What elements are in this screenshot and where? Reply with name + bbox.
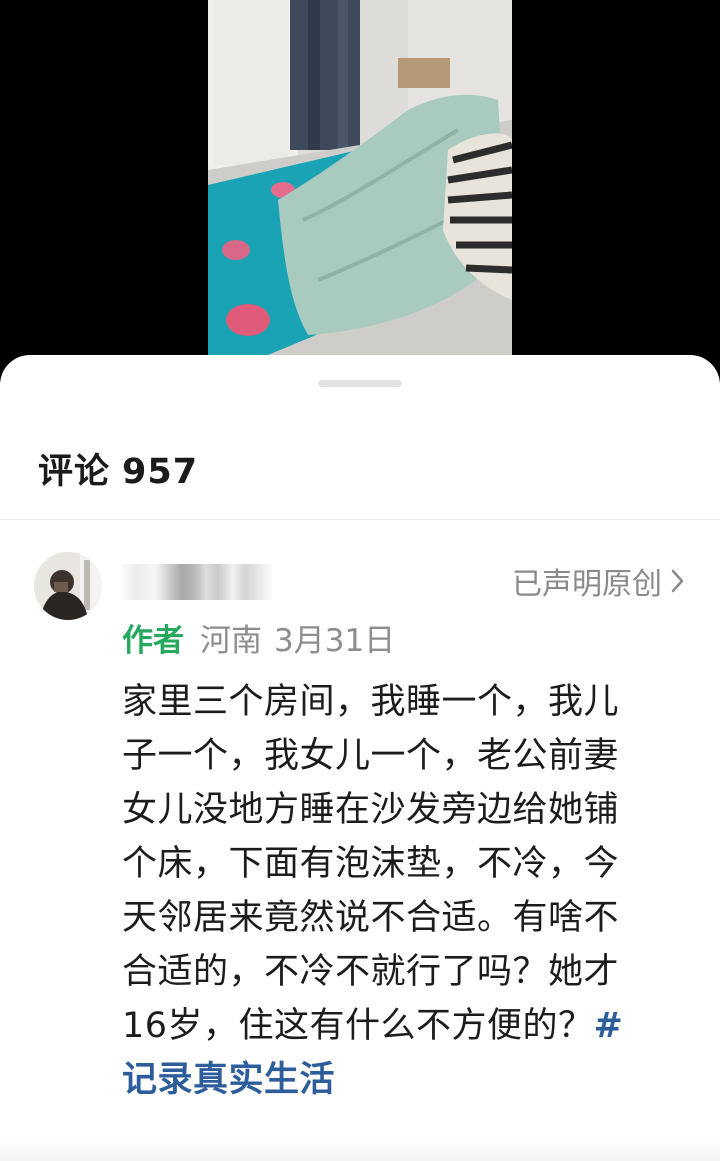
comments-title: 评论 957 bbox=[38, 443, 210, 494]
room-photo bbox=[208, 0, 512, 355]
original-declaration[interactable]: 已声明原创 bbox=[512, 559, 686, 603]
video-area[interactable] bbox=[0, 0, 720, 380]
chevron-right-icon bbox=[671, 569, 684, 593]
comment-location: 河南 bbox=[200, 623, 262, 659]
comment-text[interactable]: 家里三个房间，我睡一个，我儿 子一个，我女儿一个，老公前妻 女儿没地方睡在沙发旁… bbox=[122, 675, 694, 1107]
bottom-fade bbox=[0, 1141, 720, 1161]
author-badge: 作者 bbox=[122, 623, 184, 659]
comment-line: 天邻居来竟然说不合适。有啥不 bbox=[122, 898, 620, 938]
username-redacted[interactable] bbox=[122, 564, 272, 600]
comment-line: 合适的，不冷不就行了吗？她才 bbox=[122, 952, 620, 992]
comment-line: 家里三个房间，我睡一个，我儿 bbox=[122, 682, 620, 722]
comment-line: 记录真实生活 bbox=[122, 1053, 694, 1107]
comment-line: 女儿没地方睡在沙发旁边给她铺 bbox=[122, 790, 620, 830]
video-thumbnail[interactable] bbox=[208, 0, 512, 355]
avatar[interactable] bbox=[34, 552, 102, 620]
comment-line: 16岁，住这有什么不方便的？# bbox=[122, 999, 694, 1053]
meta-info: 河南 3月31日 bbox=[200, 615, 407, 660]
drag-handle[interactable] bbox=[318, 380, 402, 387]
hashtag-symbol[interactable]: # bbox=[594, 1006, 624, 1046]
comments-count: 957 bbox=[122, 452, 199, 492]
divider bbox=[0, 519, 720, 520]
comments-label: 评论 bbox=[38, 452, 111, 492]
comment-line: 子一个，我女儿一个，老公前妻 bbox=[122, 736, 620, 776]
comment-line-text: 16岁，住这有什么不方便的？ bbox=[122, 1006, 594, 1046]
hashtag-link[interactable]: 记录真实生活 bbox=[122, 1060, 335, 1100]
comments-sheet: 评论 957 已声明原创 作者 河南 3月31日 家里三个房间，我睡一个，我儿 子一… bbox=[0, 355, 720, 1161]
avatar-photo bbox=[34, 552, 102, 620]
comment-line: 个床，下面有泡沫垫，不冷，今 bbox=[122, 844, 620, 884]
original-label: 已声明原创 bbox=[512, 567, 662, 602]
comment-meta: 作者 河南 3月31日 bbox=[122, 615, 407, 660]
comment-date: 3月31日 bbox=[274, 623, 396, 659]
